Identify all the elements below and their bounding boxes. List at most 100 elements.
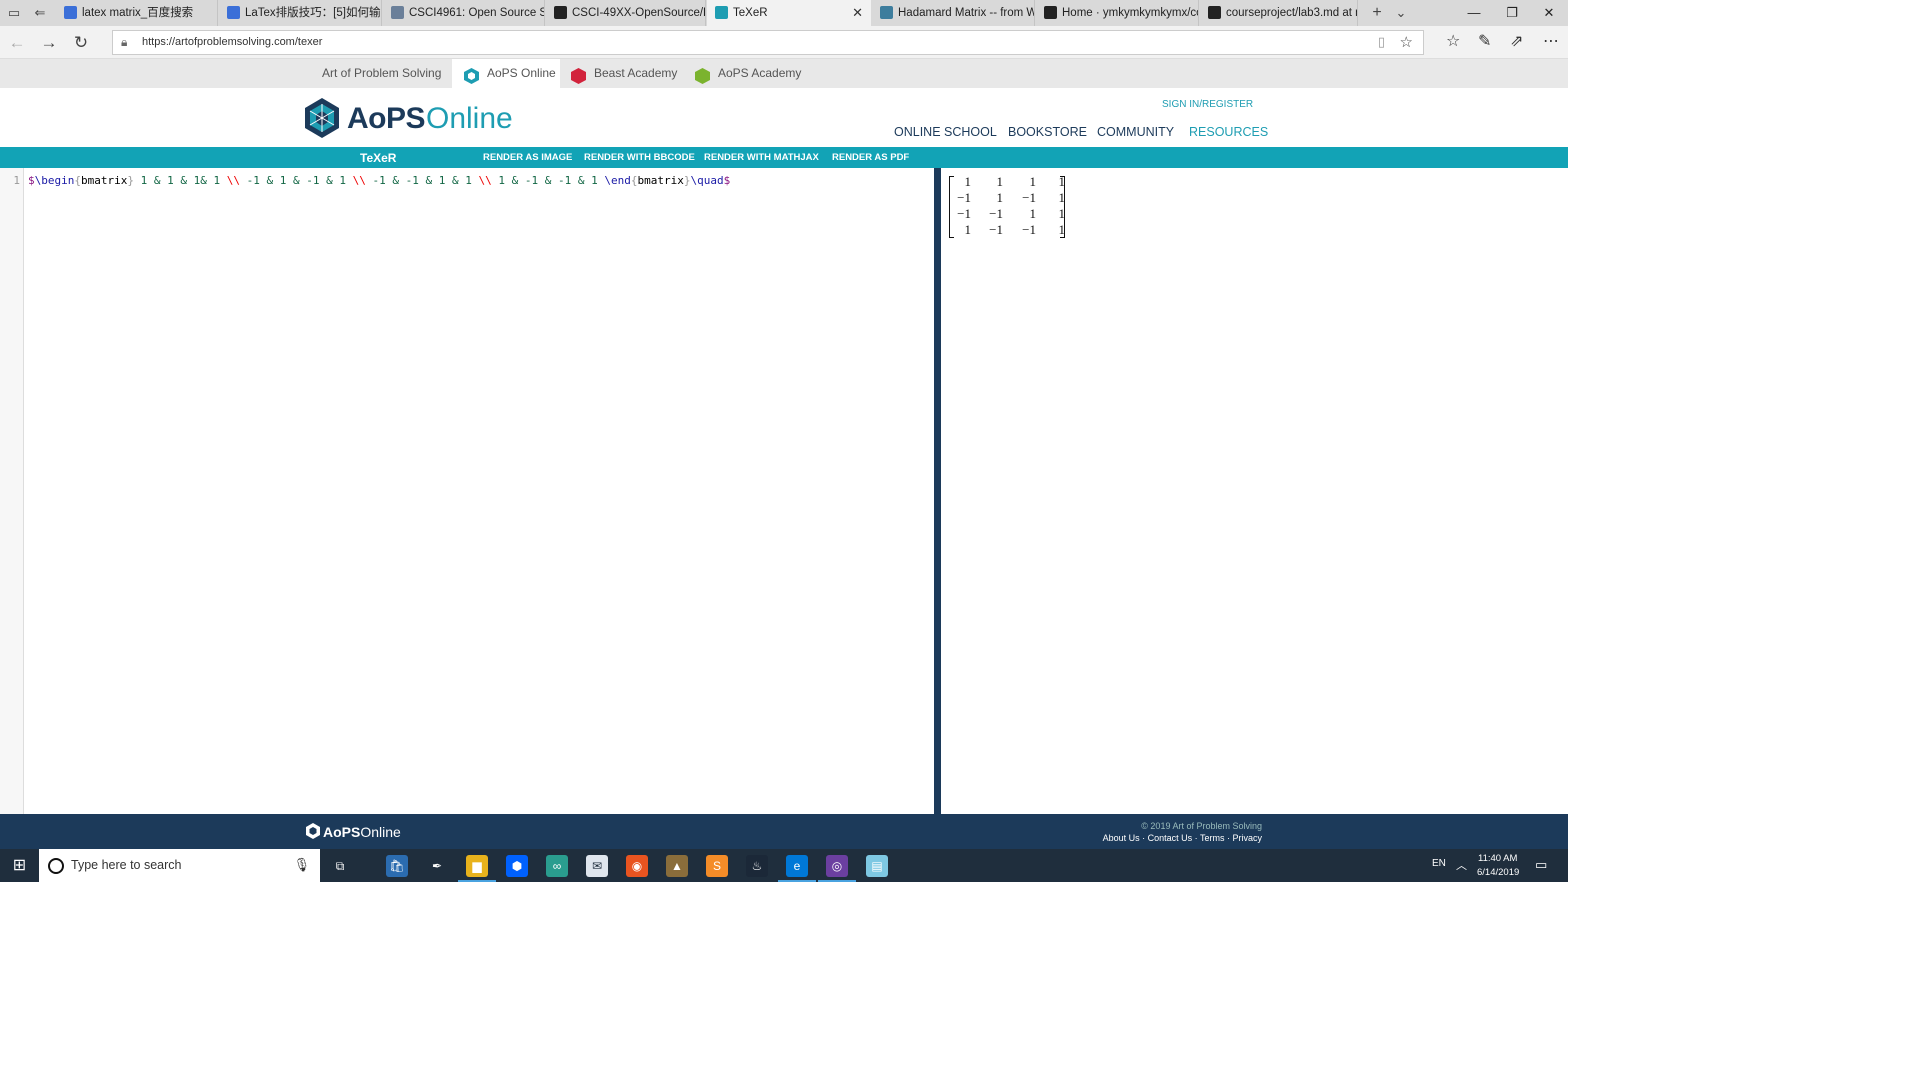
nav-community[interactable]: COMMUNITY: [1097, 125, 1174, 139]
pop-icon[interactable]: ◎: [818, 855, 856, 882]
pane-divider[interactable]: [934, 168, 941, 814]
clock-date[interactable]: 6/14/2019: [1477, 867, 1519, 878]
mail-icon[interactable]: ✉︎: [586, 855, 608, 877]
footer-link-about[interactable]: About Us: [1103, 833, 1140, 843]
tab-favicon-icon: [1208, 6, 1221, 19]
show-hidden-icons-icon[interactable]: ︿: [1456, 857, 1467, 873]
nav-online-school[interactable]: ONLINE SCHOOL: [894, 125, 997, 139]
site-link-beast-academy[interactable]: Beast Academy: [571, 59, 677, 88]
lock-icon: 🔒︎: [121, 35, 128, 49]
reading-view-icon[interactable]: ▯: [1378, 34, 1385, 50]
cortana-icon: [48, 858, 64, 874]
site-footer: AoPSOnline © 2019 Art of Problem Solving…: [0, 814, 1568, 849]
matrix-cell: −1: [957, 206, 971, 221]
action-center-icon[interactable]: ▭: [1535, 857, 1547, 873]
browser-tab[interactable]: Hadamard Matrix -- from W: [872, 0, 1035, 26]
tab-preview-chevron-icon[interactable]: ⌄: [1392, 4, 1410, 22]
sublime-icon[interactable]: S: [706, 855, 728, 877]
matrix-cell: 1: [1058, 174, 1066, 189]
site-network-bar: Art of Problem Solving AoPS Online Beast…: [0, 59, 1568, 88]
footer-link-contact[interactable]: Contact Us: [1148, 833, 1193, 843]
edge-icon[interactable]: e: [778, 855, 816, 882]
line-number-gutter: 1: [0, 168, 24, 814]
ubuntu-icon[interactable]: ◉: [626, 855, 648, 877]
taskbar-search-placeholder: Type here to search: [71, 858, 182, 872]
browser-tab[interactable]: CSCI4961: Open Source Sof: [383, 0, 545, 26]
render-as-image-button[interactable]: RENDER AS IMAGE: [483, 152, 572, 163]
footer-cube-logo-icon: [306, 823, 320, 842]
sign-in-register-link[interactable]: SIGN IN/REGISTER: [1162, 99, 1253, 110]
site-link-label: Art of Problem Solving: [322, 66, 442, 80]
aops-academy-logo-icon: [695, 66, 710, 84]
windows-start-icon[interactable]: ⊞: [0, 849, 39, 882]
clock-time[interactable]: 11:40 AM: [1478, 853, 1517, 864]
site-link-aops-academy[interactable]: AoPS Academy: [695, 59, 801, 88]
task-view-icon[interactable]: ⧉: [329, 855, 351, 877]
pen-icon[interactable]: ✒︎: [426, 855, 448, 877]
render-as-pdf-button[interactable]: RENDER AS PDF: [832, 152, 909, 163]
nav-resources[interactable]: RESOURCES: [1189, 125, 1268, 139]
taskbar-search-box[interactable]: Type here to search 🎙︎: [39, 849, 320, 882]
browser-tab[interactable]: latex matrix_百度搜索: [56, 0, 218, 26]
matrix-cell: 1: [964, 222, 972, 237]
browser-tab[interactable]: LaTex排版技巧：[5]如何输入: [219, 0, 382, 26]
latex-editor[interactable]: 1 $\begin{bmatrix} 1 & 1 & 1& 1 \\ -1 & …: [0, 168, 934, 814]
file-explorer-icon[interactable]: ▆: [458, 855, 496, 882]
footer-link-privacy[interactable]: Privacy: [1232, 833, 1262, 843]
share-icon[interactable]: ⇗: [1510, 31, 1523, 51]
language-indicator[interactable]: EN: [1432, 858, 1446, 869]
store-icon[interactable]: 🛍︎: [386, 855, 408, 877]
microphone-icon[interactable]: 🎙︎: [293, 857, 310, 873]
set-aside-tabs-icon[interactable]: ⇐: [31, 4, 49, 22]
matrix-cell: 1: [1058, 222, 1066, 237]
tab-title: LaTex排版技巧：[5]如何输入: [245, 7, 382, 19]
code-line[interactable]: $\begin{bmatrix} 1 & 1 & 1& 1 \\ -1 & 1 …: [28, 174, 730, 187]
tab-title: CSCI-49XX-OpenSource/La: [572, 7, 706, 19]
brand-wordmark-bold: AoPS: [347, 102, 426, 135]
league-icon[interactable]: ▲: [666, 855, 688, 877]
tab-favicon-icon: [227, 6, 240, 19]
pen-notes-icon[interactable]: ✎: [1478, 31, 1491, 51]
window-close-icon[interactable]: ✕: [1527, 0, 1571, 26]
refresh-icon[interactable]: ↻: [70, 32, 92, 54]
render-preview: 1 1 1 1 −1 1 −1 1 −1 −1 1 1 1 −1 −1 1: [941, 168, 1568, 814]
nav-bookstore[interactable]: BOOKSTORE: [1008, 125, 1087, 139]
favorites-hub-icon[interactable]: ☆: [1446, 31, 1460, 51]
footer-brand-light: Online: [360, 824, 401, 840]
forward-icon[interactable]: →: [38, 32, 60, 54]
site-link-aops[interactable]: Art of Problem Solving: [322, 59, 441, 88]
render-with-mathjax-button[interactable]: RENDER WITH MATHJAX: [704, 152, 819, 163]
footer-link-terms[interactable]: Terms: [1200, 833, 1225, 843]
footer-brand[interactable]: AoPSOnline: [306, 823, 401, 842]
favorite-star-icon[interactable]: ☆: [1400, 33, 1413, 51]
footer-links: About Us · Contact Us · Terms · Privacy: [1102, 833, 1262, 843]
tab-close-icon[interactable]: ✕: [852, 0, 863, 26]
more-icon[interactable]: ⋯: [1543, 31, 1559, 51]
matrix-cell: 1: [996, 174, 1004, 189]
tab-title: TeXeR: [733, 7, 768, 19]
steam-icon[interactable]: ♨︎: [746, 855, 768, 877]
browser-tab[interactable]: CSCI-49XX-OpenSource/La: [546, 0, 706, 26]
browser-tab[interactable]: Home · ymkymkymkymx/co: [1036, 0, 1199, 26]
render-with-bbcode-button[interactable]: RENDER WITH BBCODE: [584, 152, 695, 163]
tab-favicon-icon: [880, 6, 893, 19]
site-link-aops-online[interactable]: AoPS Online: [452, 59, 560, 88]
address-toolbar: ← → ↻ 🔒︎ https://artofproblemsolving.com…: [0, 26, 1568, 59]
footer-copyright: © 2019 Art of Problem Solving: [1141, 821, 1262, 831]
aops-online-logo-icon: [464, 66, 479, 84]
url-text[interactable]: https://artofproblemsolving.com/texer: [142, 36, 322, 48]
new-tab-icon[interactable]: +: [1368, 4, 1386, 22]
tab-manager-icon[interactable]: ▭: [5, 4, 23, 22]
browser-tab[interactable]: courseproject/lab3.md at m: [1200, 0, 1358, 26]
address-field[interactable]: 🔒︎ https://artofproblemsolving.com/texer…: [112, 30, 1424, 55]
back-icon[interactable]: ←: [6, 32, 28, 54]
tab-title: Hadamard Matrix -- from W: [898, 7, 1035, 19]
dropbox-icon[interactable]: ⬢: [506, 855, 528, 877]
notepad-icon[interactable]: ▤: [866, 855, 888, 877]
matrix-cell: 1: [964, 174, 972, 189]
matrix-cell: 1: [1058, 206, 1066, 221]
browser-tab[interactable]: TeXeR ✕: [707, 0, 871, 26]
arduino-icon[interactable]: ∞: [546, 855, 568, 877]
tab-title: courseproject/lab3.md at m: [1226, 7, 1358, 19]
tab-title: Home · ymkymkymkymx/co: [1062, 7, 1199, 19]
